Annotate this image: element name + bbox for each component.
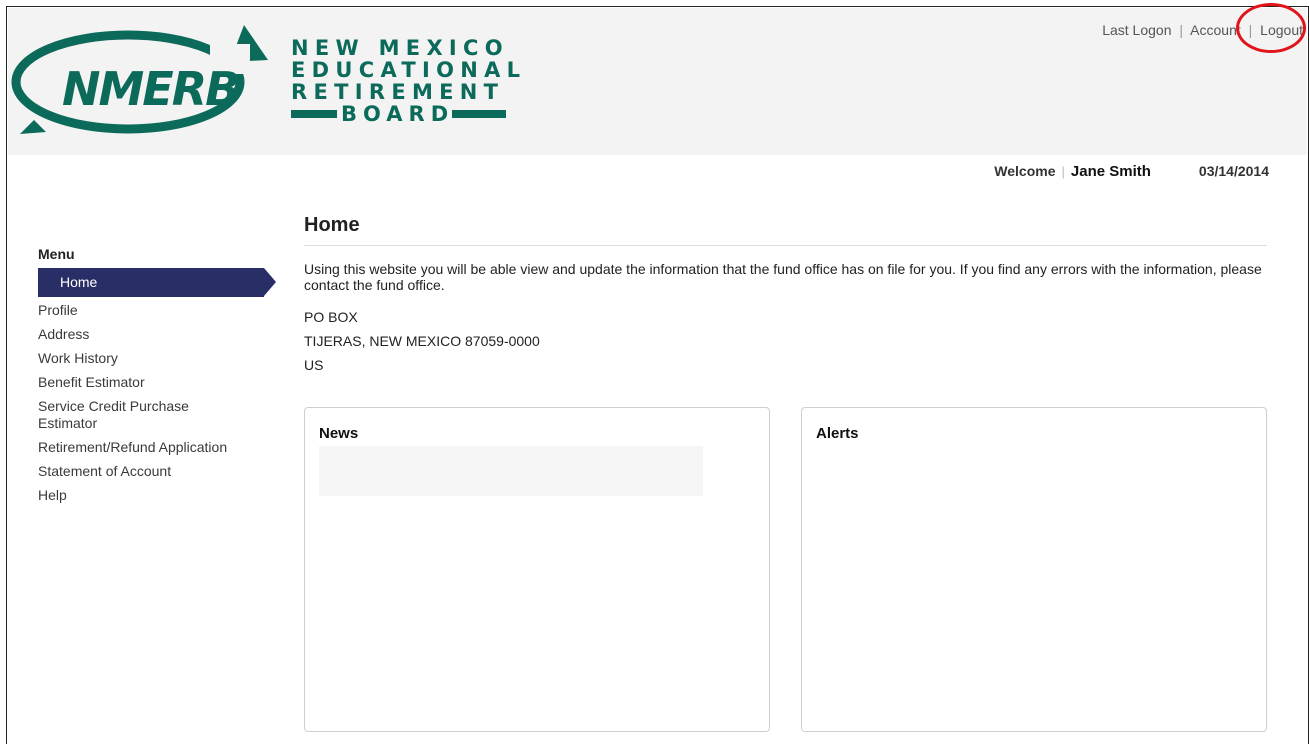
- separator: |: [1179, 22, 1184, 38]
- site-header: NMERB NEW MEXICO EDUCATIONAL RETIREMENT …: [8, 8, 1307, 155]
- sidebar-item-retirement-refund-application[interactable]: Retirement/Refund Application: [32, 436, 282, 460]
- welcome-row: Welcome | Jane Smith 03/14/2014: [994, 163, 1269, 180]
- wordmark-bar-left: [291, 110, 337, 118]
- alerts-panel: Alerts: [801, 407, 1267, 732]
- wordmark-line-1: NEW MEXICO: [291, 36, 509, 60]
- sidebar-item-profile[interactable]: Profile: [32, 299, 282, 323]
- welcome-label: Welcome: [994, 163, 1056, 179]
- sidebar-item-statement-of-account[interactable]: Statement of Account: [32, 460, 282, 484]
- sidebar-item-service-credit-purchase-estimator[interactable]: Service Credit Purchase Estimator: [32, 395, 282, 436]
- sidebar-menu: Menu Home Profile Address Work History B…: [32, 246, 282, 508]
- news-panel: News: [304, 407, 770, 732]
- sidebar-item-help[interactable]: Help: [32, 484, 282, 508]
- wordmark-line-2: EDUCATIONAL: [291, 58, 527, 82]
- main-content: Home Using this website you will be able…: [304, 214, 1267, 377]
- page-title: Home: [304, 214, 1267, 246]
- intro-text: Using this website you will be able view…: [304, 261, 1262, 293]
- org-wordmark: NEW MEXICO EDUCATIONAL RETIREMENT BOARD: [291, 37, 526, 125]
- wordmark-bar-right: [452, 110, 507, 118]
- last-logon-link[interactable]: Last Logon: [1102, 22, 1171, 38]
- address-line-1: PO BOX: [304, 309, 358, 325]
- alerts-title: Alerts: [816, 425, 859, 442]
- logo-text: NMERB: [62, 62, 238, 116]
- mailing-address: PO BOX TIJERAS, NEW MEXICO 87059-0000 US: [304, 305, 1267, 377]
- sidebar-item-address[interactable]: Address: [32, 323, 282, 347]
- separator: |: [1061, 164, 1065, 179]
- sidebar-item-home[interactable]: Home: [38, 268, 276, 297]
- news-title: News: [319, 425, 359, 442]
- logout-highlight-circle: [1236, 3, 1306, 53]
- wordmark-board-text: BOARD: [341, 102, 455, 126]
- wordmark-line-4: BOARD: [291, 103, 526, 125]
- nmerb-logo[interactable]: NMERB: [10, 22, 272, 138]
- sidebar-item-benefit-estimator[interactable]: Benefit Estimator: [32, 371, 282, 395]
- news-content-area: [319, 446, 703, 496]
- current-date: 03/14/2014: [1198, 163, 1269, 179]
- menu-title: Menu: [38, 246, 75, 262]
- wordmark-line-3: RETIREMENT: [291, 80, 505, 104]
- account-link[interactable]: Account: [1190, 22, 1241, 38]
- sidebar-item-work-history[interactable]: Work History: [32, 347, 282, 371]
- address-line-2: TIJERAS, NEW MEXICO 87059-0000: [304, 333, 540, 349]
- user-name: Jane Smith: [1070, 163, 1151, 180]
- address-line-3: US: [304, 357, 324, 373]
